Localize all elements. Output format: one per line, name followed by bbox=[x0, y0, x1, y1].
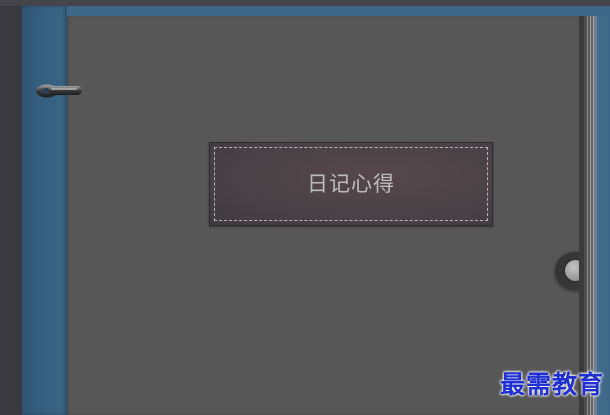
notebook-title: 日记心得 bbox=[307, 172, 395, 196]
page-edges bbox=[579, 16, 610, 415]
notebook-cover[interactable]: 日记心得 bbox=[67, 16, 610, 415]
notebook-title-label[interactable]: 日记心得 bbox=[209, 142, 493, 226]
watermark-logo: 最需教育 bbox=[499, 370, 604, 399]
notebook-spine bbox=[22, 6, 67, 415]
binder-ring-icon bbox=[36, 84, 82, 98]
notebook: 日记心得 bbox=[22, 6, 610, 415]
cover-top-edge bbox=[67, 6, 610, 16]
